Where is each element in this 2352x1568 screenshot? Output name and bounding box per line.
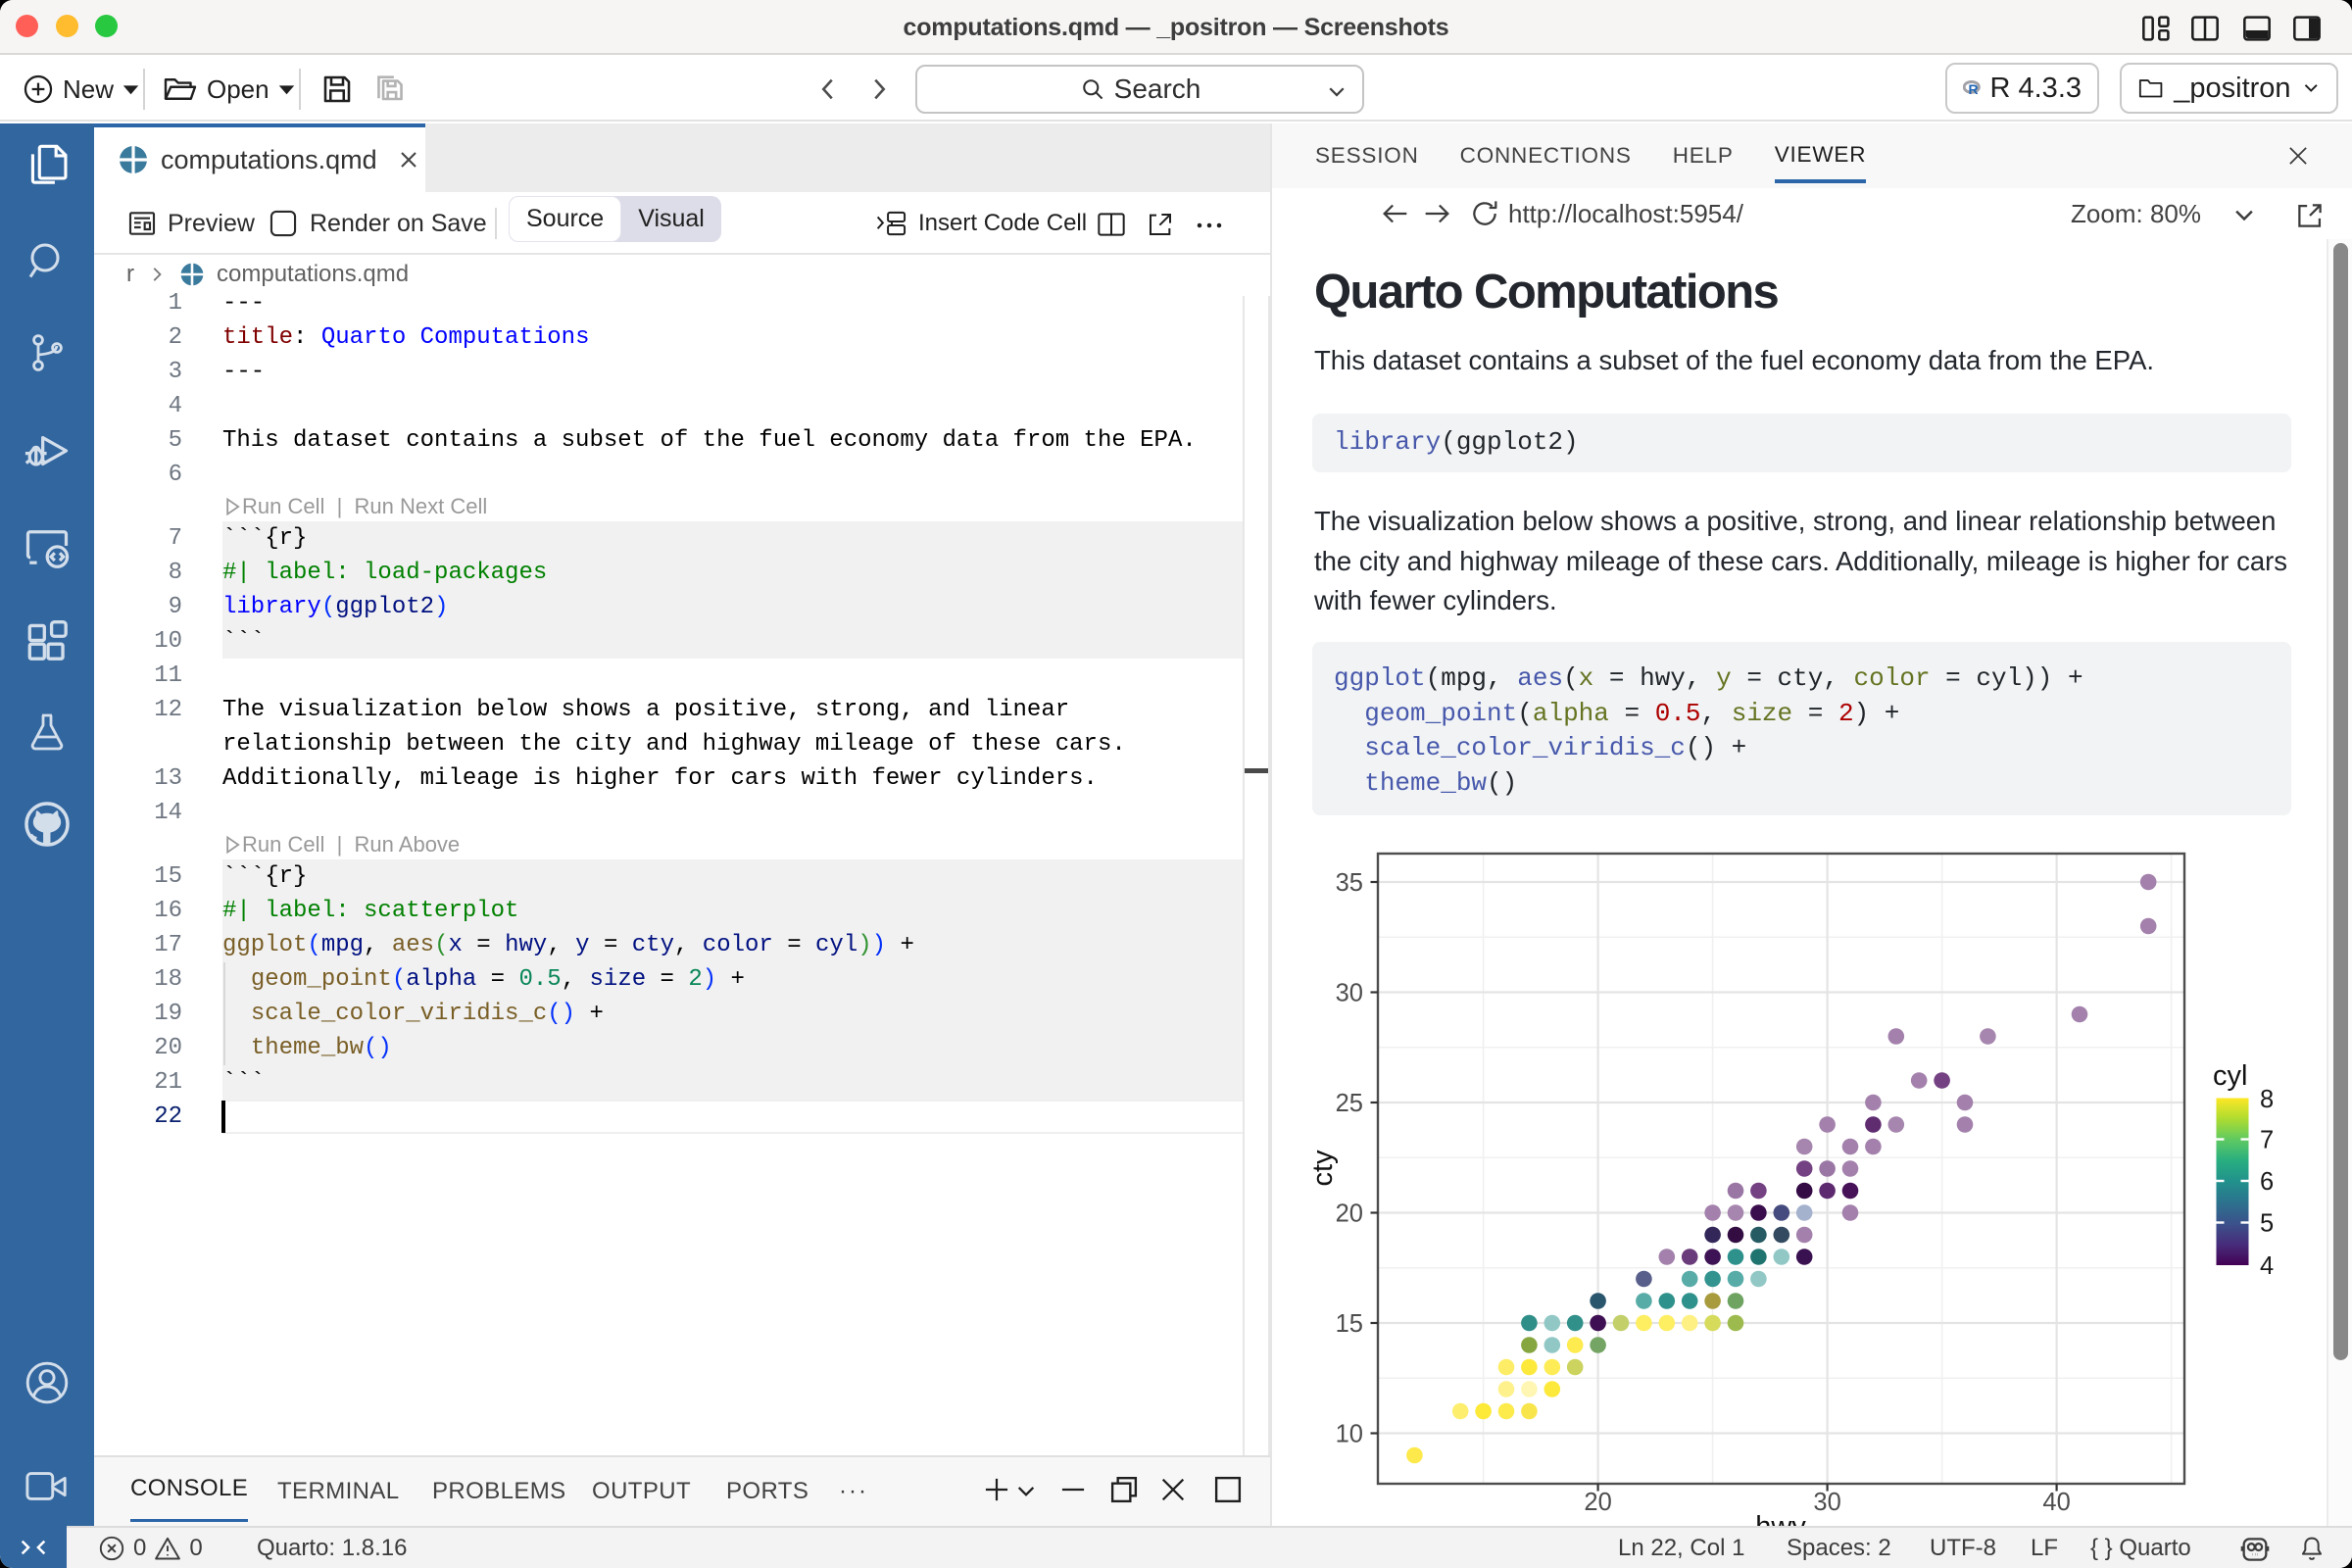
svg-text:cty: cty [1307,1150,1339,1187]
svg-text:30: 30 [1336,980,1363,1007]
svg-text:5: 5 [2260,1210,2274,1238]
svg-text:7: 7 [2260,1127,2274,1154]
svg-text:R: R [1969,81,1979,97]
svg-text:4: 4 [2260,1252,2274,1280]
svg-text:35: 35 [1336,869,1363,897]
svg-text:hwy: hwy [1755,1511,1806,1526]
svg-text:20: 20 [1336,1200,1363,1228]
svg-text:6: 6 [2260,1168,2274,1196]
svg-text:20: 20 [1584,1489,1611,1516]
svg-text:40: 40 [2042,1489,2070,1516]
svg-text:cyl: cyl [2213,1060,2247,1092]
svg-text:30: 30 [1813,1489,1840,1516]
svg-text:15: 15 [1336,1310,1363,1338]
svg-text:25: 25 [1336,1090,1363,1117]
svg-text:10: 10 [1336,1421,1363,1448]
svg-text:8: 8 [2260,1086,2274,1113]
